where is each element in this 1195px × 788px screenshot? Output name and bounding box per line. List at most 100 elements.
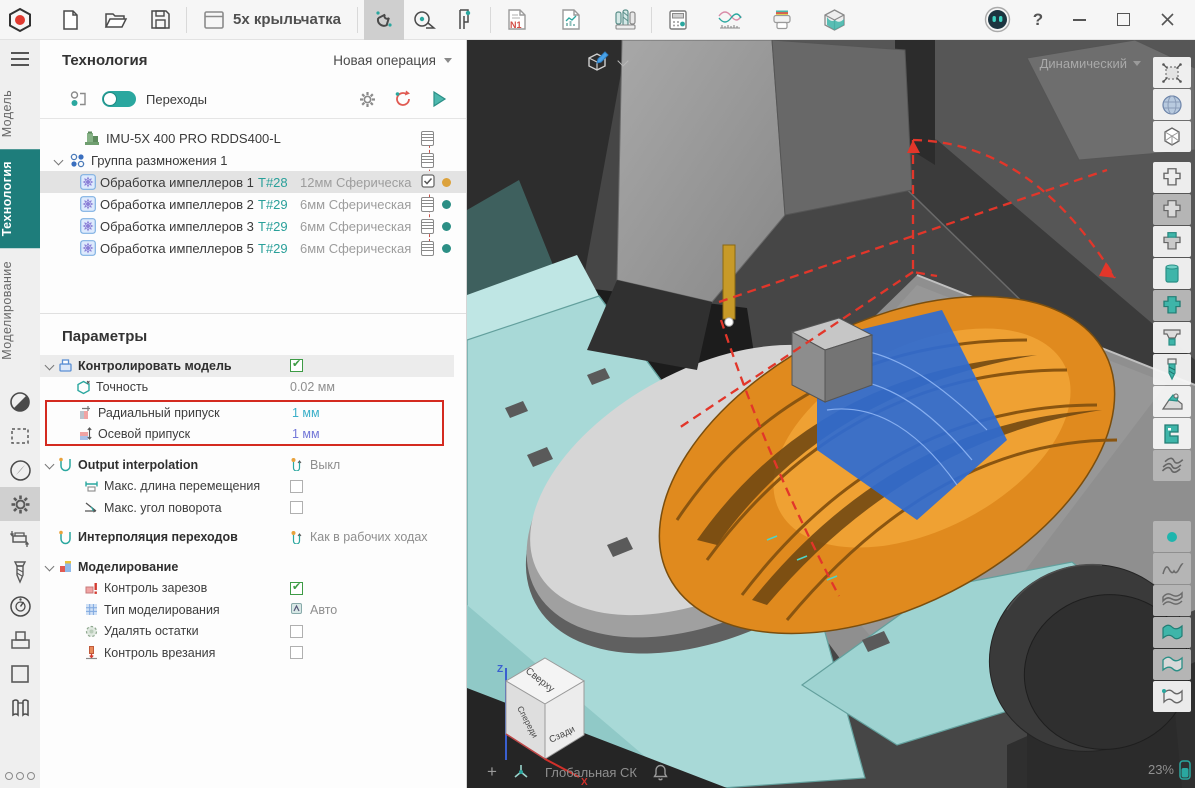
notes-icon[interactable] bbox=[421, 219, 434, 234]
snap-magnet-button[interactable] bbox=[364, 0, 404, 40]
stock-funnel-button[interactable] bbox=[1153, 322, 1191, 353]
flag-solid-display-button[interactable] bbox=[1153, 617, 1191, 648]
param-output-interpolation[interactable]: Output interpolation Выкл bbox=[40, 454, 454, 476]
shaded-view-button[interactable] bbox=[1153, 89, 1191, 120]
view-mode-dropdown[interactable]: Динамический bbox=[1040, 56, 1141, 71]
fixture-visibility-button[interactable] bbox=[1153, 386, 1191, 417]
param-transition-interpolation[interactable]: Интерполяция переходов Как в рабочих ход… bbox=[40, 527, 454, 549]
param-gouge-check[interactable]: Контроль зарезов bbox=[40, 578, 454, 600]
param-control-model[interactable]: Контролировать модель bbox=[40, 355, 454, 377]
caliper-button[interactable] bbox=[444, 0, 484, 40]
main-menu-button[interactable] bbox=[0, 40, 40, 78]
accuracy-value[interactable]: 0.02 мм bbox=[290, 380, 335, 394]
tree-row-operation-3[interactable]: Обработка импеллеров 3 T#29 6мм Сферичес… bbox=[40, 215, 466, 237]
max-length-checkbox[interactable] bbox=[290, 480, 303, 493]
collapse-chevron-icon[interactable] bbox=[44, 361, 54, 371]
param-max-angle[interactable]: Макс. угол поворота bbox=[40, 497, 454, 519]
graphs-button[interactable] bbox=[710, 0, 750, 40]
more-tools-button[interactable] bbox=[5, 772, 35, 780]
param-accuracy[interactable]: Точность 0.02 мм bbox=[40, 377, 454, 399]
remove-rest-checkbox[interactable] bbox=[290, 625, 303, 638]
collapse-chevron-icon[interactable] bbox=[44, 562, 54, 572]
part-visibility-button[interactable] bbox=[1153, 162, 1191, 193]
notes-icon[interactable] bbox=[421, 153, 434, 168]
new-file-button[interactable] bbox=[50, 0, 90, 40]
part-and-workpiece-button[interactable] bbox=[1153, 226, 1191, 257]
collapse-chevron-icon[interactable] bbox=[44, 460, 54, 470]
fit-view-button[interactable] bbox=[1153, 57, 1191, 88]
nc-program-button[interactable]: N1 bbox=[497, 0, 537, 40]
param-max-move-length[interactable]: Макс. длина перемещения bbox=[40, 476, 454, 498]
maximize-button[interactable] bbox=[1103, 0, 1143, 40]
library-button[interactable] bbox=[0, 691, 40, 725]
param-radial-stock[interactable]: Радиальный припуск 1 мм bbox=[47, 402, 442, 423]
output-interpolation-value[interactable]: Выкл bbox=[310, 458, 340, 472]
tab-model[interactable]: Модель bbox=[0, 78, 40, 149]
measure-tape-button[interactable] bbox=[404, 0, 444, 40]
gouge-check-checkbox[interactable] bbox=[290, 582, 303, 595]
assistant-bot-button[interactable] bbox=[977, 0, 1017, 40]
notes-icon[interactable] bbox=[421, 131, 434, 146]
curve-display-button[interactable] bbox=[1153, 553, 1191, 584]
tree-row-group[interactable]: Группа размножения 1 bbox=[40, 149, 466, 171]
machine-setup-button[interactable] bbox=[0, 521, 40, 555]
control-model-checkbox[interactable] bbox=[290, 359, 303, 372]
csys-selector[interactable]: Глобальная СК bbox=[545, 765, 637, 780]
operation-settings-button[interactable] bbox=[354, 86, 380, 112]
axial-stock-value[interactable]: 1 мм bbox=[292, 427, 320, 441]
solid-model-button[interactable] bbox=[814, 0, 854, 40]
report-button[interactable] bbox=[551, 0, 591, 40]
layers-stack-button[interactable] bbox=[762, 0, 802, 40]
tool-button[interactable] bbox=[0, 555, 40, 589]
tree-row-machine[interactable]: IMU-5X 400 PRO RDDS400-L bbox=[40, 127, 466, 149]
param-axial-stock[interactable]: Осевой припуск 1 мм bbox=[47, 423, 442, 444]
run-simulation-button[interactable] bbox=[426, 86, 452, 112]
plunge-check-checkbox[interactable] bbox=[290, 646, 303, 659]
vise-button[interactable] bbox=[0, 623, 40, 657]
contrast-view-button[interactable] bbox=[0, 385, 40, 419]
tree-row-operation-1[interactable]: Обработка импеллеров 1 T#28 12мм Сфериче… bbox=[40, 171, 466, 193]
blank-plane-button[interactable] bbox=[0, 657, 40, 691]
minimize-button[interactable] bbox=[1059, 0, 1099, 40]
settings-button[interactable] bbox=[0, 487, 40, 521]
help-button[interactable]: ? bbox=[1021, 10, 1055, 30]
gauge-button[interactable] bbox=[0, 589, 40, 623]
param-plunge-check[interactable]: Контроль врезания bbox=[40, 642, 454, 664]
tools-library-button[interactable] bbox=[605, 0, 645, 40]
flag-gradient-display-button[interactable] bbox=[1153, 649, 1191, 680]
radial-stock-value[interactable]: 1 мм bbox=[292, 406, 320, 420]
param-remove-rest[interactable]: Удалять остатки bbox=[40, 621, 454, 643]
calculator-button[interactable] bbox=[658, 0, 698, 40]
param-simulation-group[interactable]: Моделирование bbox=[40, 556, 454, 578]
save-button[interactable] bbox=[140, 0, 180, 40]
simulation-type-value[interactable]: Авто bbox=[310, 603, 337, 617]
marker-display-button[interactable] bbox=[1153, 521, 1191, 552]
tree-row-operation-5[interactable]: Обработка импеллеров 5 T#29 6мм Сферичес… bbox=[40, 237, 466, 259]
flag-outline-display-button[interactable] bbox=[1153, 681, 1191, 712]
workpiece-visibility-button[interactable] bbox=[1153, 194, 1191, 225]
3d-viewport[interactable]: Z X Сверху Спереди Сзади bbox=[467, 40, 1195, 788]
document-tab[interactable]: 5x крыльчатка bbox=[193, 0, 351, 40]
close-button[interactable] bbox=[1147, 0, 1187, 40]
param-simulation-type[interactable]: Тип моделирования Авто bbox=[40, 599, 454, 621]
max-angle-checkbox[interactable] bbox=[290, 501, 303, 514]
workpiece-edit-dropdown[interactable] bbox=[585, 50, 627, 71]
add-csys-button[interactable]: + bbox=[487, 762, 497, 782]
machine-visibility-button[interactable] bbox=[1153, 418, 1191, 449]
tab-simulation[interactable]: Моделирование bbox=[0, 249, 40, 372]
transitions-toggle[interactable] bbox=[102, 91, 136, 107]
tool-visibility-button[interactable] bbox=[1153, 354, 1191, 385]
notifications-bell-icon[interactable] bbox=[652, 763, 669, 781]
wireframe-view-button[interactable] bbox=[1153, 121, 1191, 152]
open-file-button[interactable] bbox=[96, 0, 136, 40]
selection-box-button[interactable] bbox=[0, 419, 40, 453]
notes-icon[interactable] bbox=[421, 197, 434, 212]
collapse-chevron-icon[interactable] bbox=[54, 155, 64, 165]
notes-icon[interactable] bbox=[421, 241, 434, 256]
stock-part-button[interactable] bbox=[1153, 290, 1191, 321]
tree-row-operation-2[interactable]: Обработка импеллеров 2 T#29 6мм Сферичес… bbox=[40, 193, 466, 215]
compass-button[interactable] bbox=[0, 453, 40, 487]
toolpath-visibility-button[interactable] bbox=[1153, 450, 1191, 481]
stock-cylinder-button[interactable] bbox=[1153, 258, 1191, 289]
new-operation-dropdown[interactable]: Новая операция bbox=[333, 53, 452, 68]
